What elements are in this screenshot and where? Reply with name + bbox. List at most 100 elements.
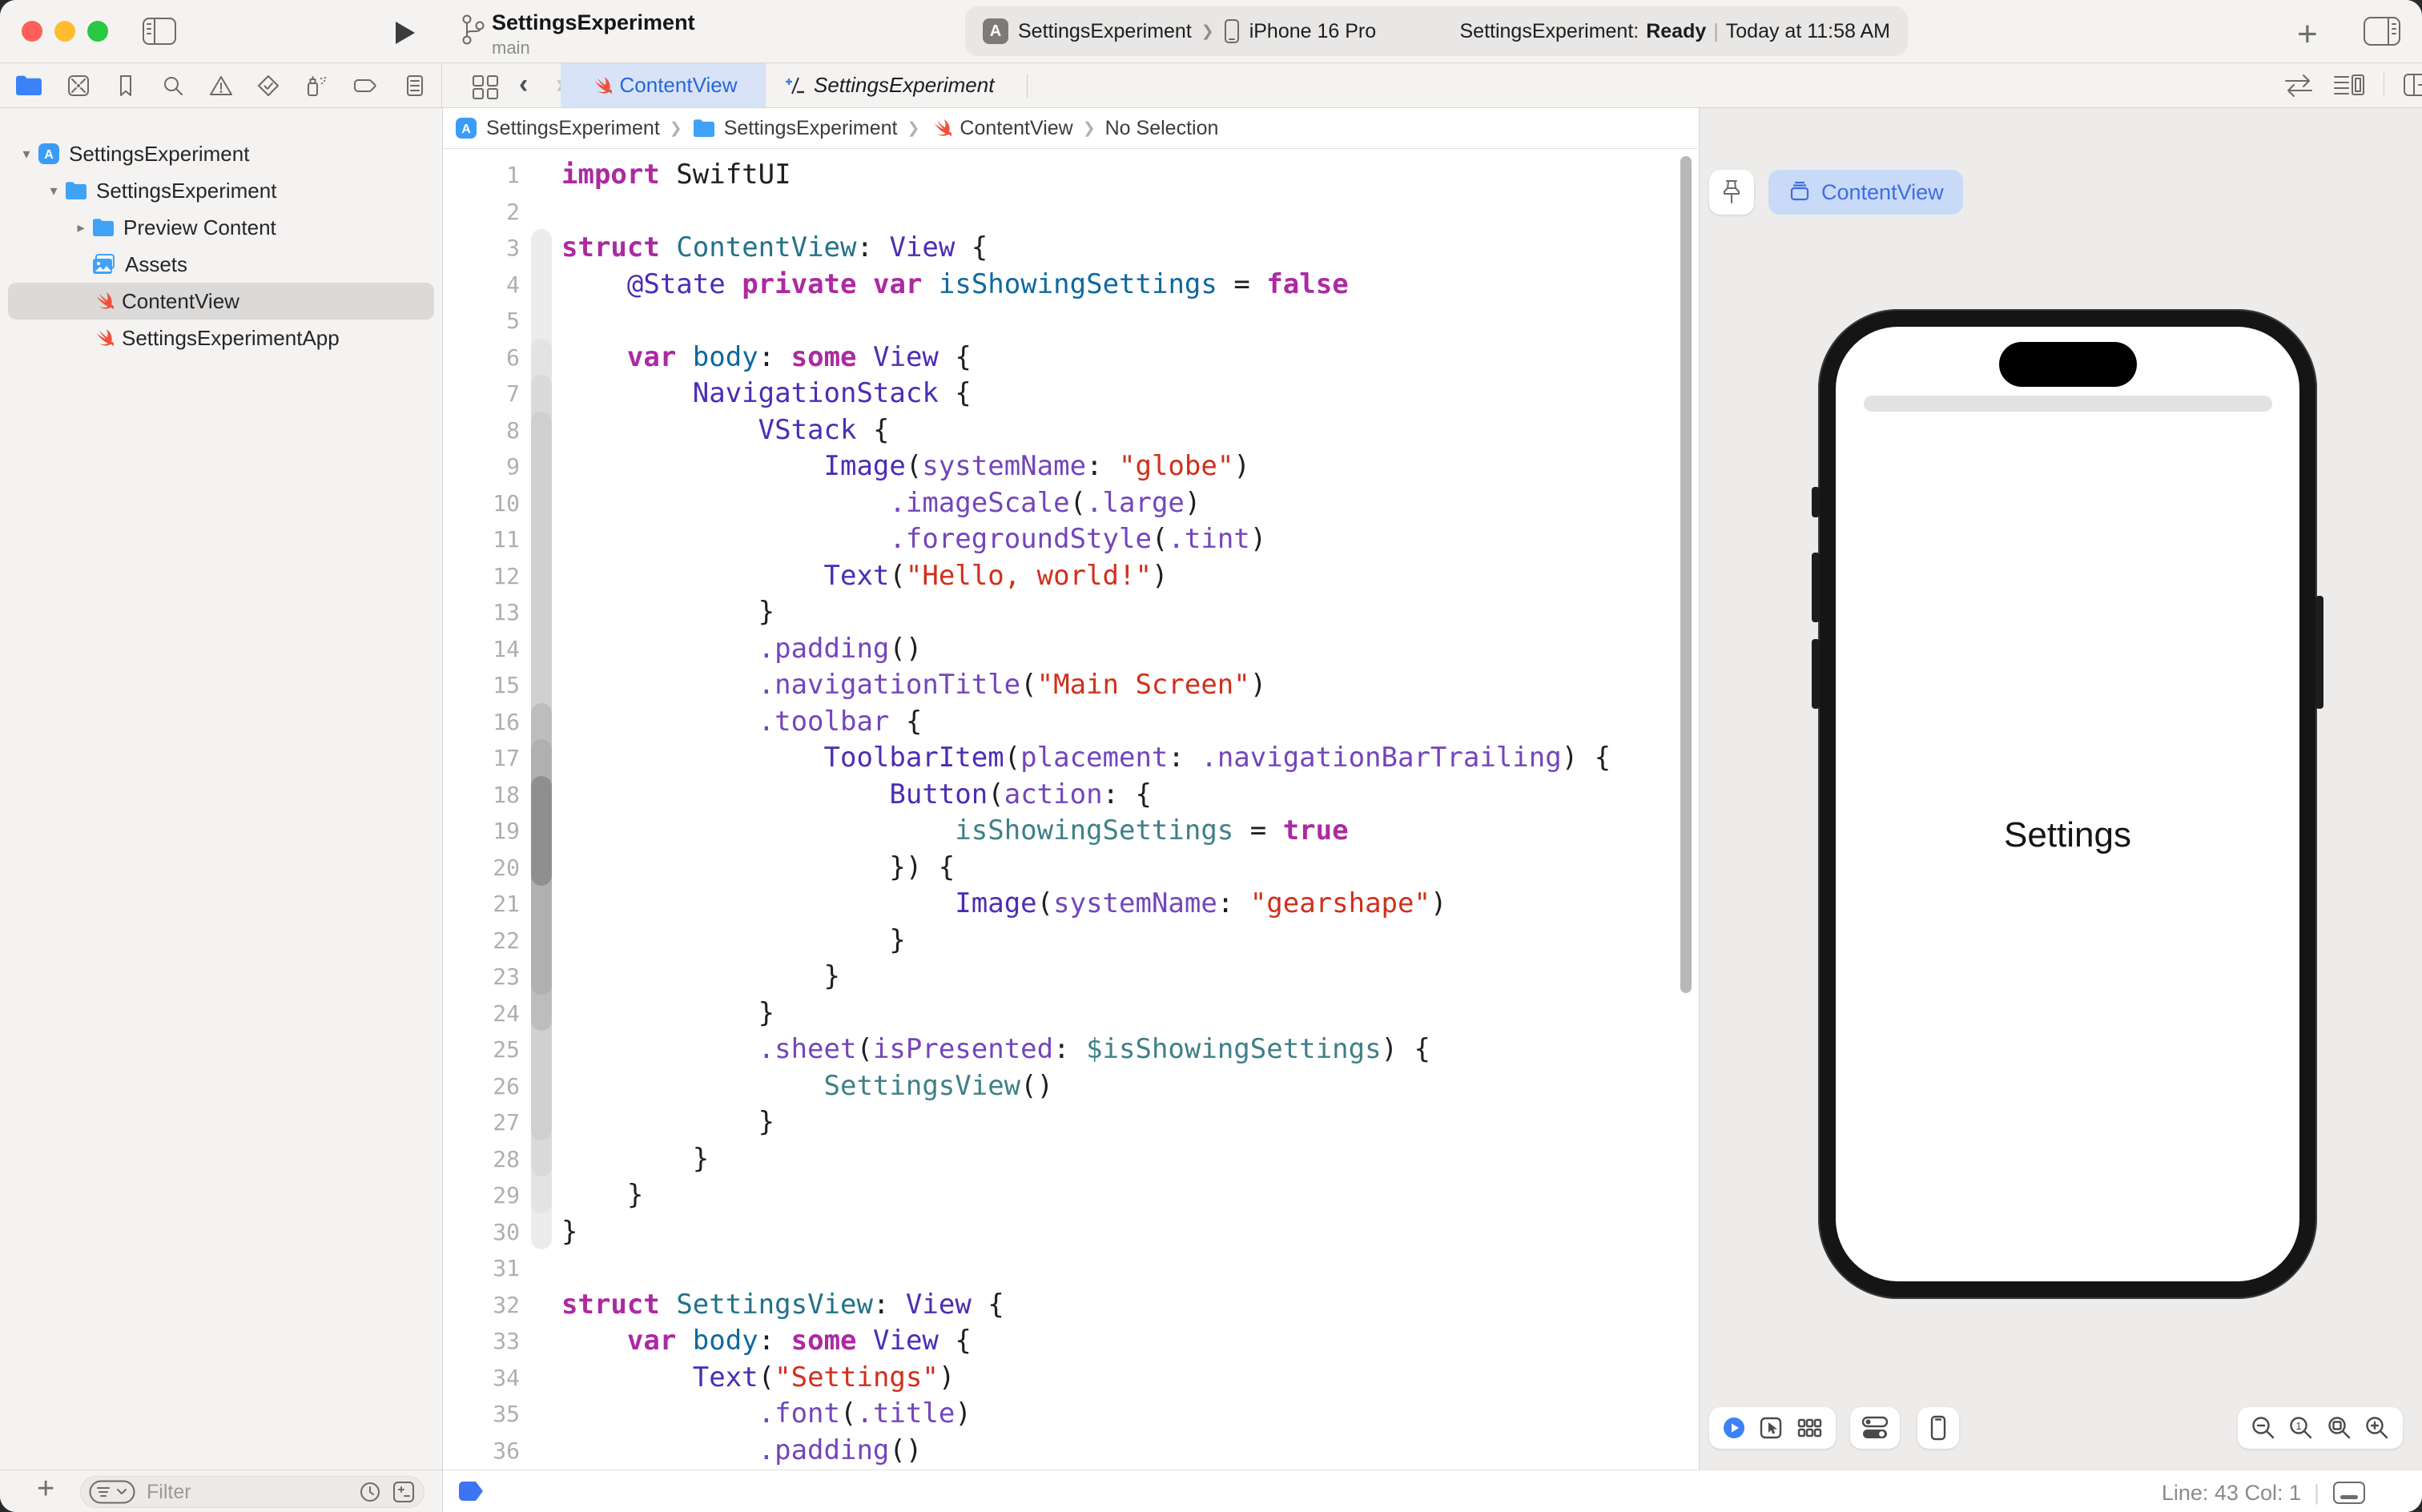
project-navigator-icon[interactable] [14, 74, 43, 98]
code-line[interactable]: 8 VStack { [443, 412, 1698, 449]
line-number[interactable]: 1 [443, 157, 520, 194]
line-number[interactable]: 30 [443, 1214, 520, 1251]
code-editor[interactable]: 1import SwiftUI23struct ContentView: Vie… [443, 150, 1698, 1470]
nav-row-app-file[interactable]: SettingsExperimentApp [8, 320, 434, 356]
nav-row-assets[interactable]: Assets [8, 246, 434, 283]
line-number[interactable]: 9 [443, 448, 520, 485]
preview-tab-pill[interactable]: ContentView [1768, 170, 1963, 215]
editor-scrollbar[interactable] [1680, 156, 1692, 993]
scheme-destination[interactable]: iPhone 16 Pro [1249, 20, 1376, 43]
preview-device-button[interactable] [1917, 1407, 1959, 1449]
add-file-button[interactable]: + [37, 1472, 54, 1506]
line-number[interactable]: 10 [443, 485, 520, 522]
code-line[interactable]: 10 .imageScale(.large) [443, 485, 1698, 522]
line-number[interactable]: 21 [443, 886, 520, 923]
code-line[interactable]: 34 Text("Settings") [443, 1360, 1698, 1397]
line-number[interactable]: 32 [443, 1287, 520, 1324]
minimize-window-button[interactable] [54, 21, 75, 42]
filter-input[interactable] [145, 1480, 324, 1505]
scheme-app-name[interactable]: SettingsExperiment [1018, 20, 1192, 43]
code-line[interactable]: 4 @State private var isShowingSettings =… [443, 267, 1698, 304]
bookmark-navigator-icon[interactable] [114, 74, 138, 98]
tab-contentview[interactable]: ContentView [561, 63, 766, 107]
tab-settingsexperiment[interactable]: SettingsExperiment [785, 63, 1025, 107]
line-number[interactable]: 5 [443, 303, 520, 340]
line-number[interactable]: 33 [443, 1323, 520, 1360]
line-number[interactable]: 6 [443, 340, 520, 376]
close-window-button[interactable] [22, 21, 42, 42]
code-line[interactable]: 28 } [443, 1141, 1698, 1178]
code-line[interactable]: 20 }) { [443, 850, 1698, 887]
disclosure-chevron-icon[interactable]: ▸ [70, 219, 91, 236]
pin-preview-button[interactable] [1709, 170, 1754, 215]
source-control-filter-icon[interactable] [392, 1480, 416, 1504]
line-number[interactable]: 23 [443, 959, 520, 995]
line-number[interactable]: 31 [443, 1250, 520, 1287]
breakpoint-indicator[interactable] [459, 1482, 483, 1501]
nav-row-contentview[interactable]: ContentView [8, 283, 434, 320]
code-line[interactable]: 25 .sheet(isPresented: $isShowingSetting… [443, 1031, 1698, 1068]
zoom-fit-button[interactable] [2327, 1415, 2352, 1441]
zoom-window-button[interactable] [87, 21, 108, 42]
line-number[interactable]: 4 [443, 267, 520, 304]
jumpbar-item-file[interactable]: ContentView [960, 117, 1072, 140]
go-back-button[interactable]: ‹ [519, 69, 528, 100]
code-line[interactable]: 5 [443, 303, 1698, 340]
code-line[interactable]: 17 ToolbarItem(placement: .navigationBar… [443, 740, 1698, 777]
code-line[interactable]: 7 NavigationStack { [443, 376, 1698, 412]
code-line[interactable]: 13 } [443, 594, 1698, 631]
debug-navigator-icon[interactable] [304, 74, 329, 98]
hide-canvas-icon[interactable] [2332, 1480, 2366, 1506]
source-control-navigator-icon[interactable] [66, 74, 91, 98]
breakpoint-navigator-icon[interactable] [352, 74, 380, 98]
code-line[interactable]: 2 [443, 194, 1698, 231]
zoom-100-button[interactable]: 1 [2288, 1415, 2314, 1441]
nav-row-project-root[interactable]: ▾ A SettingsExperiment [8, 135, 434, 172]
line-number[interactable]: 22 [443, 923, 520, 959]
line-number[interactable]: 16 [443, 704, 520, 741]
line-number[interactable]: 17 [443, 740, 520, 777]
zoom-out-button[interactable] [2251, 1415, 2276, 1441]
navigator-filter-field[interactable] [80, 1476, 424, 1508]
code-line[interactable]: 23 } [443, 959, 1698, 995]
nav-row-group[interactable]: ▾ SettingsExperiment [8, 172, 434, 209]
nav-row-preview-content[interactable]: ▸ Preview Content [8, 209, 434, 246]
zoom-in-button[interactable] [2364, 1415, 2390, 1441]
line-number[interactable]: 35 [443, 1396, 520, 1433]
related-items-button[interactable] [471, 74, 501, 101]
line-number[interactable]: 24 [443, 995, 520, 1032]
jumpbar-item-selection[interactable]: No Selection [1105, 117, 1219, 140]
editor-layout-icon[interactable] [2332, 71, 2366, 99]
device-settings-button[interactable] [1850, 1407, 1900, 1449]
line-number[interactable]: 15 [443, 667, 520, 704]
code-line[interactable]: 35 .font(.title) [443, 1396, 1698, 1433]
code-line[interactable]: 21 Image(systemName: "gearshape") [443, 886, 1698, 923]
disclosure-chevron-icon[interactable]: ▾ [16, 146, 37, 163]
variants-mode-button[interactable] [1796, 1417, 1822, 1439]
line-number[interactable]: 19 [443, 813, 520, 850]
code-line[interactable]: 6 var body: some View { [443, 340, 1698, 376]
code-line[interactable]: 26 SettingsView() [443, 1068, 1698, 1105]
toggle-left-sidebar-button[interactable] [141, 15, 178, 47]
report-navigator-icon[interactable] [403, 74, 427, 98]
line-number[interactable]: 13 [443, 594, 520, 631]
code-line[interactable]: 30} [443, 1214, 1698, 1251]
code-line[interactable]: 18 Button(action: { [443, 777, 1698, 814]
code-line[interactable]: 1import SwiftUI [443, 157, 1698, 194]
code-line[interactable]: 32struct SettingsView: View { [443, 1287, 1698, 1324]
find-navigator-icon[interactable] [161, 74, 185, 98]
code-line[interactable]: 3struct ContentView: View { [443, 230, 1698, 267]
test-navigator-icon[interactable] [256, 74, 280, 98]
add-split-editor-icon[interactable] [2402, 71, 2422, 99]
jump-bar[interactable]: A SettingsExperiment ❯ SettingsExperimen… [443, 108, 1698, 149]
code-line[interactable]: 22 } [443, 923, 1698, 959]
run-button[interactable] [392, 20, 416, 46]
scheme-status-bar[interactable]: A SettingsExperiment ❯ iPhone 16 Pro Set… [965, 6, 1908, 56]
recent-files-clock-icon[interactable] [358, 1480, 382, 1504]
code-line[interactable]: 15 .navigationTitle("Main Screen") [443, 667, 1698, 704]
toggle-right-sidebar-button[interactable] [2361, 14, 2403, 48]
line-number[interactable]: 12 [443, 558, 520, 595]
iphone-preview-frame[interactable]: Settings [1818, 309, 2317, 1299]
line-number[interactable]: 20 [443, 850, 520, 887]
code-line[interactable]: 9 Image(systemName: "globe") [443, 448, 1698, 485]
